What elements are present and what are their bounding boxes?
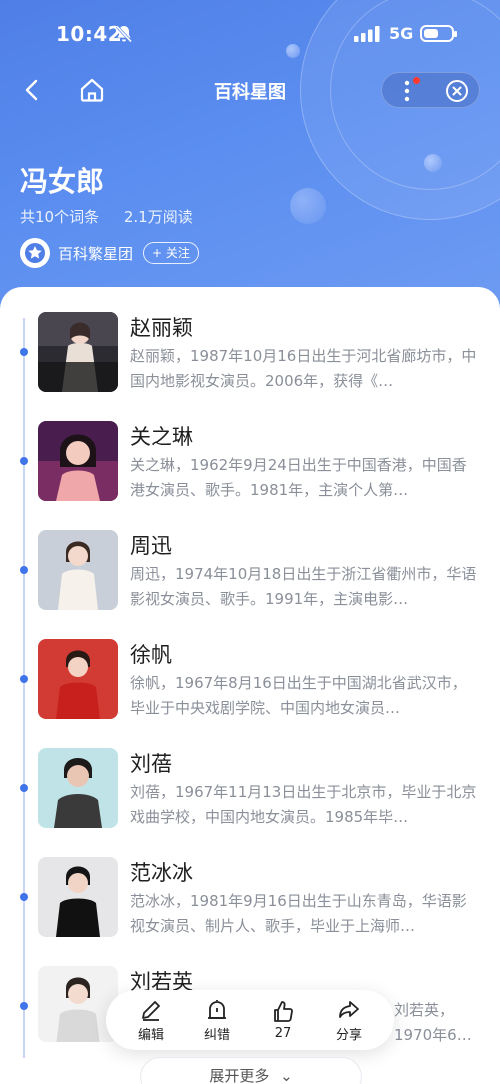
list-item[interactable]: 范冰冰 范冰冰，1981年9月16日出生于山东青岛，华语影视女演员、制片人、歌手… <box>0 833 500 937</box>
item-desc: 徐帆，1967年8月16日出生于中国湖北省武汉市，毕业于中央戏剧学院、中国内地女… <box>130 674 467 717</box>
close-icon[interactable] <box>445 79 469 103</box>
timeline-dot <box>20 1002 28 1010</box>
bell-muted-icon <box>115 25 133 43</box>
collection-title: 冯女郎 <box>20 165 105 198</box>
thumbs-up-icon <box>274 1000 293 1022</box>
avatar <box>38 857 118 937</box>
avatar <box>38 530 118 610</box>
network-type: 5G <box>389 24 414 43</box>
item-desc: 赵丽颖，1987年10月16日出生于河北省廊坊市，中国内地影视女演员。2006年… <box>130 347 477 390</box>
entry-count: 共10个词条 <box>20 208 100 226</box>
avatar <box>38 421 118 501</box>
battery-icon <box>420 25 457 42</box>
item-name: 刘蓓 <box>130 752 172 776</box>
read-count: 2.1万阅读 <box>123 208 193 226</box>
expand-more-button[interactable]: 展开更多 ⌄ <box>140 1057 362 1084</box>
status-time: 10:42 <box>56 22 123 46</box>
item-desc: 范冰冰，1981年9月16日出生于山东青岛，华语影视女演员、制片人、歌手，毕业于… <box>130 892 467 935</box>
list-item[interactable]: 关之琳 关之琳，1962年9月24日出生于中国香港，中国香港女演员、歌手。198… <box>0 397 500 501</box>
share-icon <box>339 1000 359 1018</box>
timeline-dot <box>20 675 28 683</box>
pencil-icon <box>142 1000 160 1021</box>
item-name: 赵丽颖 <box>130 316 193 340</box>
follow-button[interactable]: + 关注 <box>143 242 199 264</box>
hero-header: 10:42 5G 百科星图 冯女郎 共10个词条 2.1万阅读 百科繁星团 + … <box>0 0 500 330</box>
list-item[interactable]: 赵丽颖 赵丽颖，1987年10月16日出生于河北省廊坊市，中国内地影视女演员。2… <box>0 288 500 392</box>
avatar <box>38 312 118 392</box>
correct-label: 纠错 <box>203 1027 230 1043</box>
decor-dot <box>290 188 326 224</box>
item-desc: 刘若英，1970年6月1日出生于中国台湾，毕业于美… <box>394 1001 482 1044</box>
owner-name[interactable]: 百科繁星团 <box>58 243 133 264</box>
owner-avatar[interactable] <box>20 238 50 268</box>
avatar <box>38 748 118 828</box>
chevron-down-icon: ⌄ <box>280 1067 293 1084</box>
timeline-dot <box>20 784 28 792</box>
action-bar: 编辑 纠错 27 分享 <box>106 990 394 1050</box>
share-button[interactable]: 分享 <box>322 998 376 1043</box>
edit-label: 编辑 <box>137 1027 164 1043</box>
expand-label: 展开更多 <box>209 1067 270 1084</box>
timeline-dot <box>20 566 28 574</box>
owner-row: 百科繁星团 + 关注 <box>20 238 199 268</box>
list-item[interactable]: 徐帆 徐帆，1967年8月16日出生于中国湖北省武汉市，毕业于中央戏剧学院、中国… <box>0 615 500 719</box>
item-name: 关之琳 <box>130 425 193 449</box>
star-badge-icon <box>25 243 45 263</box>
mini-program-capsule <box>381 72 480 108</box>
list-item[interactable]: 刘蓓 刘蓓，1967年11月13日出生于北京市，毕业于北京戏曲学校，中国内地女演… <box>0 724 500 828</box>
item-desc: 周迅，1974年10月18日出生于浙江省衢州市，华语影视女演员、歌手。1991年… <box>130 565 477 608</box>
like-button[interactable]: 27 <box>256 1000 310 1041</box>
item-name: 周迅 <box>130 534 172 558</box>
edit-button[interactable]: 编辑 <box>124 998 178 1043</box>
avatar <box>38 639 118 719</box>
timeline-dot <box>20 893 28 901</box>
item-name: 范冰冰 <box>130 861 193 885</box>
share-label: 分享 <box>335 1027 362 1043</box>
decor-dot <box>424 154 442 172</box>
like-count: 27 <box>274 1025 292 1041</box>
nav-bar: 百科星图 <box>0 70 500 110</box>
signal-icon <box>354 26 380 42</box>
timeline-dot <box>20 457 28 465</box>
more-icon[interactable] <box>404 80 410 102</box>
report-icon <box>208 999 226 1019</box>
item-desc: 关之琳，1962年9月24日出生于中国香港，中国香港女演员、歌手。1981年，主… <box>130 456 467 499</box>
list-item[interactable]: 周迅 周迅，1974年10月18日出生于浙江省衢州市，华语影视女演员、歌手。19… <box>0 506 500 610</box>
correct-button[interactable]: 纠错 <box>190 998 244 1043</box>
avatar <box>38 966 118 1042</box>
item-desc: 刘蓓，1967年11月13日出生于北京市，毕业于北京戏曲学校，中国内地女演员。1… <box>130 783 477 826</box>
item-name: 徐帆 <box>130 643 172 667</box>
timeline-dot <box>20 348 28 356</box>
collection-meta: 共10个词条 2.1万阅读 <box>20 206 213 227</box>
notification-dot <box>413 77 420 84</box>
status-bar: 10:42 5G <box>0 18 500 52</box>
